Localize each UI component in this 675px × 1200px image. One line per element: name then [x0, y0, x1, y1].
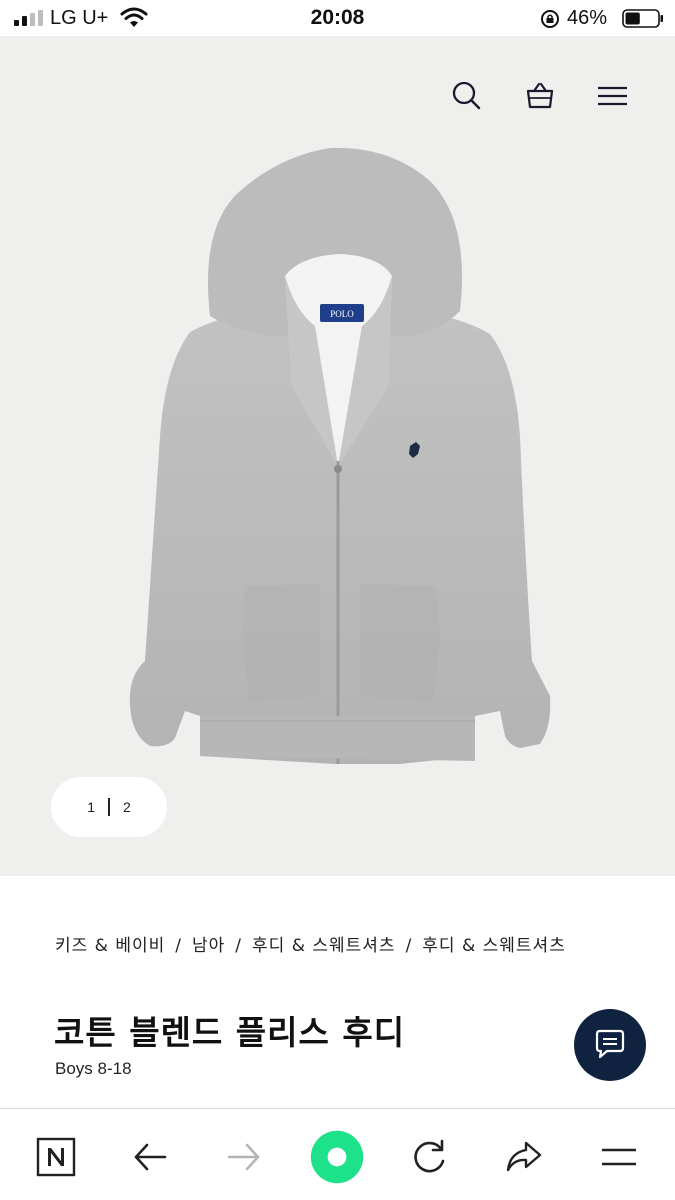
shopping-bag-icon: [526, 82, 554, 109]
reload-button[interactable]: [402, 1129, 458, 1185]
battery-icon: [622, 9, 663, 28]
browser-toolbar: [0, 1108, 675, 1200]
reload-icon: [414, 1139, 445, 1173]
hoodie-product-image: POLO: [129, 147, 551, 764]
product-gallery[interactable]: POLO 1 2: [0, 36, 675, 876]
breadcrumb-divider: /: [405, 936, 413, 956]
breadcrumb: 키즈 & 베이비 / 남아 / 후디 & 스웨트셔츠 / 후디 & 스웨트셔츠: [55, 934, 620, 959]
breadcrumb-item-kids-baby[interactable]: 키즈 & 베이비: [55, 936, 165, 956]
breadcrumb-divider: /: [235, 936, 243, 956]
share-button[interactable]: [496, 1129, 552, 1185]
search-icon: [452, 81, 481, 110]
browser-menu-button[interactable]: [591, 1129, 647, 1185]
product-size-range: Boys 8-18: [55, 1059, 132, 1078]
forward-button[interactable]: [216, 1129, 272, 1185]
battery-percent: 46%: [567, 7, 608, 29]
menu-icon: [602, 1148, 636, 1166]
breadcrumb-item-hoodies-sweatshirts-current[interactable]: 후디 & 스웨트셔츠: [422, 936, 566, 956]
pager-current: 1: [87, 799, 95, 815]
naver-home-button[interactable]: [28, 1129, 84, 1185]
status-bar: LG U+ 20:08 46%: [0, 0, 675, 36]
search-button[interactable]: [446, 76, 486, 116]
back-button[interactable]: [122, 1129, 178, 1185]
share-icon: [506, 1141, 542, 1172]
shopping-bag-button[interactable]: [520, 76, 560, 116]
hamburger-menu-icon: [598, 86, 627, 106]
chat-button[interactable]: [574, 1009, 646, 1081]
naver-n-icon: [36, 1137, 76, 1177]
breadcrumb-item-hoodies-sweatshirts[interactable]: 후디 & 스웨트셔츠: [252, 936, 396, 956]
svg-text:POLO: POLO: [330, 309, 354, 319]
breadcrumb-item-boys[interactable]: 남아: [192, 936, 225, 956]
pager-total: 2: [123, 799, 131, 815]
green-home-button[interactable]: [306, 1126, 368, 1188]
chat-bubble-icon: [595, 1029, 625, 1059]
pager-divider: [108, 798, 110, 816]
site-header: [0, 76, 675, 116]
home-circle-icon: [310, 1130, 364, 1184]
product-title: 코튼 블렌드 플리스 후디: [54, 1013, 406, 1052]
back-arrow-icon: [134, 1143, 167, 1171]
menu-button[interactable]: [592, 76, 632, 116]
rotation-lock-icon: [541, 10, 559, 28]
breadcrumb-divider: /: [175, 936, 182, 956]
forward-arrow-icon: [227, 1143, 260, 1171]
gallery-pager[interactable]: 1 2: [51, 777, 167, 837]
